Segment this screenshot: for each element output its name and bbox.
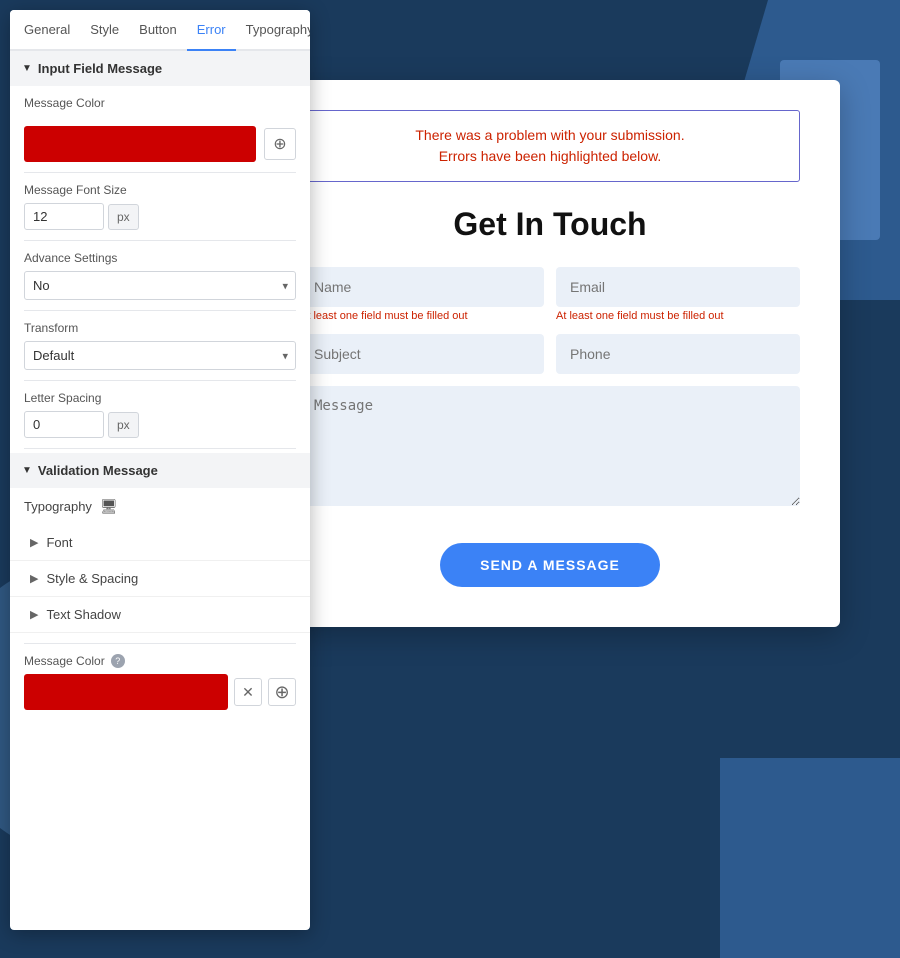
color-picker-icon[interactable]: ⊕: [264, 128, 296, 160]
font-chevron-icon: ▶: [30, 536, 38, 549]
tab-typography[interactable]: Typography: [236, 10, 310, 51]
bg-shape-bottom-right: [720, 758, 900, 958]
error-banner: There was a problem with your submission…: [300, 110, 800, 182]
bottom-color-section: Message Color ? ✕ ⊕: [10, 644, 310, 720]
text-shadow-label: Text Shadow: [46, 607, 120, 622]
text-shadow-chevron-icon: ▶: [30, 608, 38, 621]
transform-field: Transform Default Uppercase Lowercase Ca…: [10, 311, 310, 380]
form-title: Get In Touch: [300, 206, 800, 243]
tab-error[interactable]: Error: [187, 10, 236, 51]
message-font-size-label: Message Font Size: [24, 183, 296, 197]
monitor-icon: 🖥: [100, 498, 118, 515]
message-textarea[interactable]: [300, 386, 800, 506]
settings-panel: General Style Button Error Typography D.…: [10, 10, 310, 930]
message-color-label: Message Color: [24, 96, 296, 110]
transform-select[interactable]: Default Uppercase Lowercase Capitalize: [24, 341, 296, 370]
error-line1: There was a problem with your submission…: [321, 125, 779, 146]
message-color-swatch[interactable]: [24, 126, 256, 162]
text-shadow-sub-item[interactable]: ▶ Text Shadow: [10, 597, 310, 633]
email-error-msg: At least one field must be filled out: [556, 310, 800, 322]
style-spacing-label: Style & Spacing: [46, 571, 138, 586]
letter-spacing-field: Letter Spacing px: [10, 381, 310, 448]
style-spacing-chevron-icon: ▶: [30, 572, 38, 585]
message-font-size-input[interactable]: [24, 203, 104, 230]
validation-message-section[interactable]: ▼ Validation Message: [10, 453, 310, 488]
error-banner-text: There was a problem with your submission…: [321, 125, 779, 167]
input-field-message-section[interactable]: ▼ Input Field Message: [10, 51, 310, 86]
tab-button[interactable]: Button: [129, 10, 187, 51]
tab-style[interactable]: Style: [80, 10, 129, 51]
email-input[interactable]: [556, 267, 800, 307]
validation-section-title: Validation Message: [38, 463, 158, 478]
close-color-button[interactable]: ✕: [234, 678, 262, 706]
letter-spacing-input[interactable]: [24, 411, 104, 438]
tabs-bar: General Style Button Error Typography D.…: [10, 10, 310, 51]
font-sub-item[interactable]: ▶ Font: [10, 525, 310, 561]
bottom-color-row: ✕ ⊕: [24, 674, 296, 710]
advance-settings-label: Advance Settings: [24, 251, 296, 265]
letter-spacing-label: Letter Spacing: [24, 391, 296, 405]
bottom-message-color-label: Message Color: [24, 654, 105, 668]
name-email-row: At least one field must be filled out At…: [300, 267, 800, 322]
add-color-button[interactable]: ⊕: [268, 678, 296, 706]
message-row: [300, 386, 800, 531]
message-color-field: Message Color: [10, 86, 310, 126]
name-input[interactable]: [300, 267, 544, 307]
subject-input[interactable]: [300, 334, 544, 374]
validation-arrow-down: ▼: [22, 465, 32, 476]
error-line2: Errors have been highlighted below.: [321, 146, 779, 167]
message-font-size-unit: px: [108, 204, 139, 230]
advance-settings-select[interactable]: No Yes: [24, 271, 296, 300]
help-icon[interactable]: ?: [111, 654, 125, 668]
bottom-color-swatch[interactable]: [24, 674, 228, 710]
phone-field-wrap: [556, 334, 800, 374]
message-font-size-field: Message Font Size px: [10, 173, 310, 240]
form-panel: There was a problem with your submission…: [260, 80, 840, 627]
subject-field-wrap: [300, 334, 544, 374]
name-error-msg: At least one field must be filled out: [300, 310, 544, 322]
subject-phone-row: [300, 334, 800, 374]
section-arrow-down: ▼: [22, 63, 32, 74]
style-spacing-sub-item[interactable]: ▶ Style & Spacing: [10, 561, 310, 597]
email-field-wrap: At least one field must be filled out: [556, 267, 800, 322]
bottom-color-label-row: Message Color ?: [24, 654, 296, 668]
font-label: Font: [46, 535, 72, 550]
submit-button[interactable]: SEND A MESSAGE: [440, 543, 660, 587]
advance-settings-field: Advance Settings No Yes: [10, 241, 310, 310]
tab-general[interactable]: General: [14, 10, 80, 51]
transform-label: Transform: [24, 321, 296, 335]
typography-row: Typography 🖥: [10, 488, 310, 525]
section-title: Input Field Message: [38, 61, 162, 76]
letter-spacing-unit: px: [108, 412, 139, 438]
phone-input[interactable]: [556, 334, 800, 374]
typography-label: Typography: [24, 499, 92, 514]
message-color-swatch-row: ⊕: [10, 126, 310, 172]
name-field-wrap: At least one field must be filled out: [300, 267, 544, 322]
